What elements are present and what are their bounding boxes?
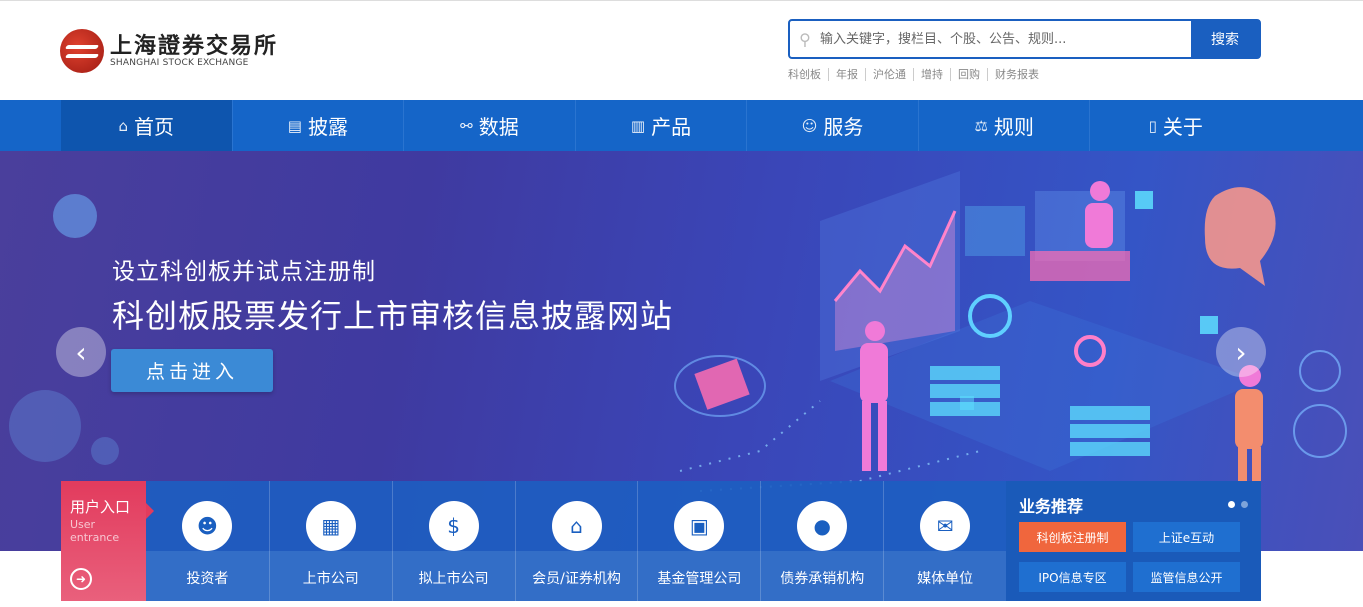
data-icon: ⚯ bbox=[460, 116, 473, 135]
sse-logo-mark-icon bbox=[60, 29, 104, 73]
home-icon: ⌂ bbox=[118, 116, 129, 135]
nav-label: 规则 bbox=[993, 115, 1034, 139]
carousel-dot-active[interactable] bbox=[1228, 501, 1235, 508]
hot-link[interactable]: 回购 bbox=[950, 68, 987, 81]
entry-label: 会员/证券机构 bbox=[532, 571, 621, 587]
ipo-company-icon: $ bbox=[428, 501, 479, 551]
sse-logo[interactable]: 上海證券交易所 SHANGHAI STOCK EXCHANGE bbox=[60, 29, 278, 73]
logo-chinese-name: 上海證券交易所 bbox=[110, 32, 279, 59]
entry-member-institution[interactable]: ⌂ 会员/证券机构 bbox=[514, 481, 638, 601]
chart-icon: ▥ bbox=[630, 116, 646, 135]
entry-listed-company[interactable]: ▦ 上市公司 bbox=[268, 481, 392, 601]
banner-enter-button[interactable]: 点击进入 bbox=[111, 349, 273, 392]
carousel-prev-arrow-icon[interactable]: ‹ bbox=[56, 327, 106, 377]
pointer-triangle-icon bbox=[146, 503, 154, 519]
logo-english-name: SHANGHAI STOCK EXCHANGE bbox=[110, 57, 249, 68]
scale-icon: ⚖ bbox=[974, 116, 988, 135]
nav-label: 披露 bbox=[307, 115, 348, 139]
entry-label: 投资者 bbox=[186, 571, 229, 587]
nav-label: 关于 bbox=[1162, 115, 1203, 139]
document-icon: ▤ bbox=[287, 116, 302, 135]
user-entry-list: ☻ 投资者 ▦ 上市公司 $ 拟上市公司 ⌂ 会员/证券机构 ▣ 基金管理公司 … bbox=[146, 481, 1006, 601]
institution-icon: ⌂ bbox=[551, 501, 602, 551]
entry-fund-company[interactable]: ▣ 基金管理公司 bbox=[637, 481, 760, 601]
search-icon: ⚲ bbox=[799, 29, 811, 49]
media-icon: ✉ bbox=[920, 501, 971, 551]
book-icon: ▯ bbox=[1148, 116, 1157, 135]
hot-link[interactable]: 沪伦通 bbox=[865, 68, 913, 81]
banner-title: 科创板股票发行上市审核信息披露网站 bbox=[112, 297, 674, 335]
search-button[interactable]: 搜索 bbox=[1191, 21, 1259, 57]
nav-item-rules[interactable]: ⚖ 规则 bbox=[917, 100, 1090, 151]
carousel-next-arrow-icon[interactable]: › bbox=[1216, 327, 1266, 377]
entry-bond-underwriter[interactable]: ● 债券承销机构 bbox=[760, 481, 883, 601]
business-recommend-title: 业务推荐 bbox=[1019, 497, 1084, 516]
biz-star-market-registration-button[interactable]: 科创板注册制 bbox=[1019, 522, 1126, 552]
fund-icon: ▣ bbox=[674, 501, 725, 551]
main-nav: ⌂ 首页 ▤ 披露 ⚯ 数据 ▥ 产品 ☺ 服务 ⚖ 规则 ▯ 关于 bbox=[0, 100, 1363, 151]
banner-subtitle: 设立科创板并试点注册制 bbox=[112, 259, 376, 285]
nav-item-products[interactable]: ▥ 产品 bbox=[574, 100, 747, 151]
entry-label: 上市公司 bbox=[302, 571, 359, 587]
quick-entry-bar: 用户入口 User entrance ➜ ☻ 投资者 ▦ 上市公司 $ 拟上市公司… bbox=[61, 481, 1261, 601]
entry-media[interactable]: ✉ 媒体单位 bbox=[883, 481, 1006, 601]
biz-regulatory-info-button[interactable]: 监管信息公开 bbox=[1133, 562, 1240, 592]
entry-label: 基金管理公司 bbox=[657, 571, 742, 587]
nav-item-disclosure[interactable]: ▤ 披露 bbox=[231, 100, 404, 151]
bond-underwriter-icon: ● bbox=[797, 501, 848, 551]
entry-label: 债券承销机构 bbox=[780, 571, 865, 587]
nav-label: 服务 bbox=[823, 115, 864, 139]
entry-label: 拟上市公司 bbox=[418, 571, 489, 587]
entry-investor[interactable]: ☻ 投资者 bbox=[146, 481, 269, 601]
biz-ipo-info-button[interactable]: IPO信息专区 bbox=[1019, 562, 1126, 592]
arrow-right-circle-icon[interactable]: ➜ bbox=[70, 568, 92, 590]
nav-item-data[interactable]: ⚯ 数据 bbox=[403, 100, 575, 151]
service-icon: ☺ bbox=[801, 116, 818, 135]
listed-company-icon: ▦ bbox=[305, 501, 356, 551]
search-input[interactable] bbox=[820, 21, 1191, 57]
hot-link[interactable]: 科创板 bbox=[788, 68, 828, 81]
user-entrance-panel: 用户入口 User entrance ➜ bbox=[61, 481, 154, 601]
nav-item-home[interactable]: ⌂ 首页 bbox=[61, 100, 232, 151]
nav-item-about[interactable]: ▯ 关于 bbox=[1089, 100, 1261, 151]
nav-label: 首页 bbox=[134, 115, 175, 139]
entry-label: 媒体单位 bbox=[917, 571, 974, 587]
biz-e-interaction-button[interactable]: 上证e互动 bbox=[1133, 522, 1240, 552]
hot-link[interactable]: 增持 bbox=[913, 68, 950, 81]
entry-ipo-company[interactable]: $ 拟上市公司 bbox=[391, 481, 515, 601]
header: 上海證券交易所 SHANGHAI STOCK EXCHANGE ⚲ 搜索 科创板… bbox=[0, 0, 1363, 100]
nav-label: 数据 bbox=[478, 115, 519, 139]
business-recommend-panel: 业务推荐 科创板注册制 上证e互动 IPO信息专区 监管信息公开 bbox=[1006, 481, 1261, 601]
user-entrance-en: User entrance bbox=[70, 518, 120, 544]
carousel-dot[interactable] bbox=[1241, 501, 1248, 508]
nav-label: 产品 bbox=[651, 115, 692, 139]
carousel-dots bbox=[1222, 501, 1248, 508]
investor-icon: ☻ bbox=[182, 501, 233, 551]
user-entrance-title: 用户入口 bbox=[70, 498, 131, 516]
hot-link[interactable]: 年报 bbox=[828, 68, 865, 81]
hot-keywords: 科创板 年报 沪伦通 增持 回购 财务报表 bbox=[788, 68, 1046, 81]
search-box: ⚲ 搜索 bbox=[788, 19, 1261, 59]
hot-link[interactable]: 财务报表 bbox=[987, 68, 1046, 81]
nav-item-services[interactable]: ☺ 服务 bbox=[746, 100, 918, 151]
